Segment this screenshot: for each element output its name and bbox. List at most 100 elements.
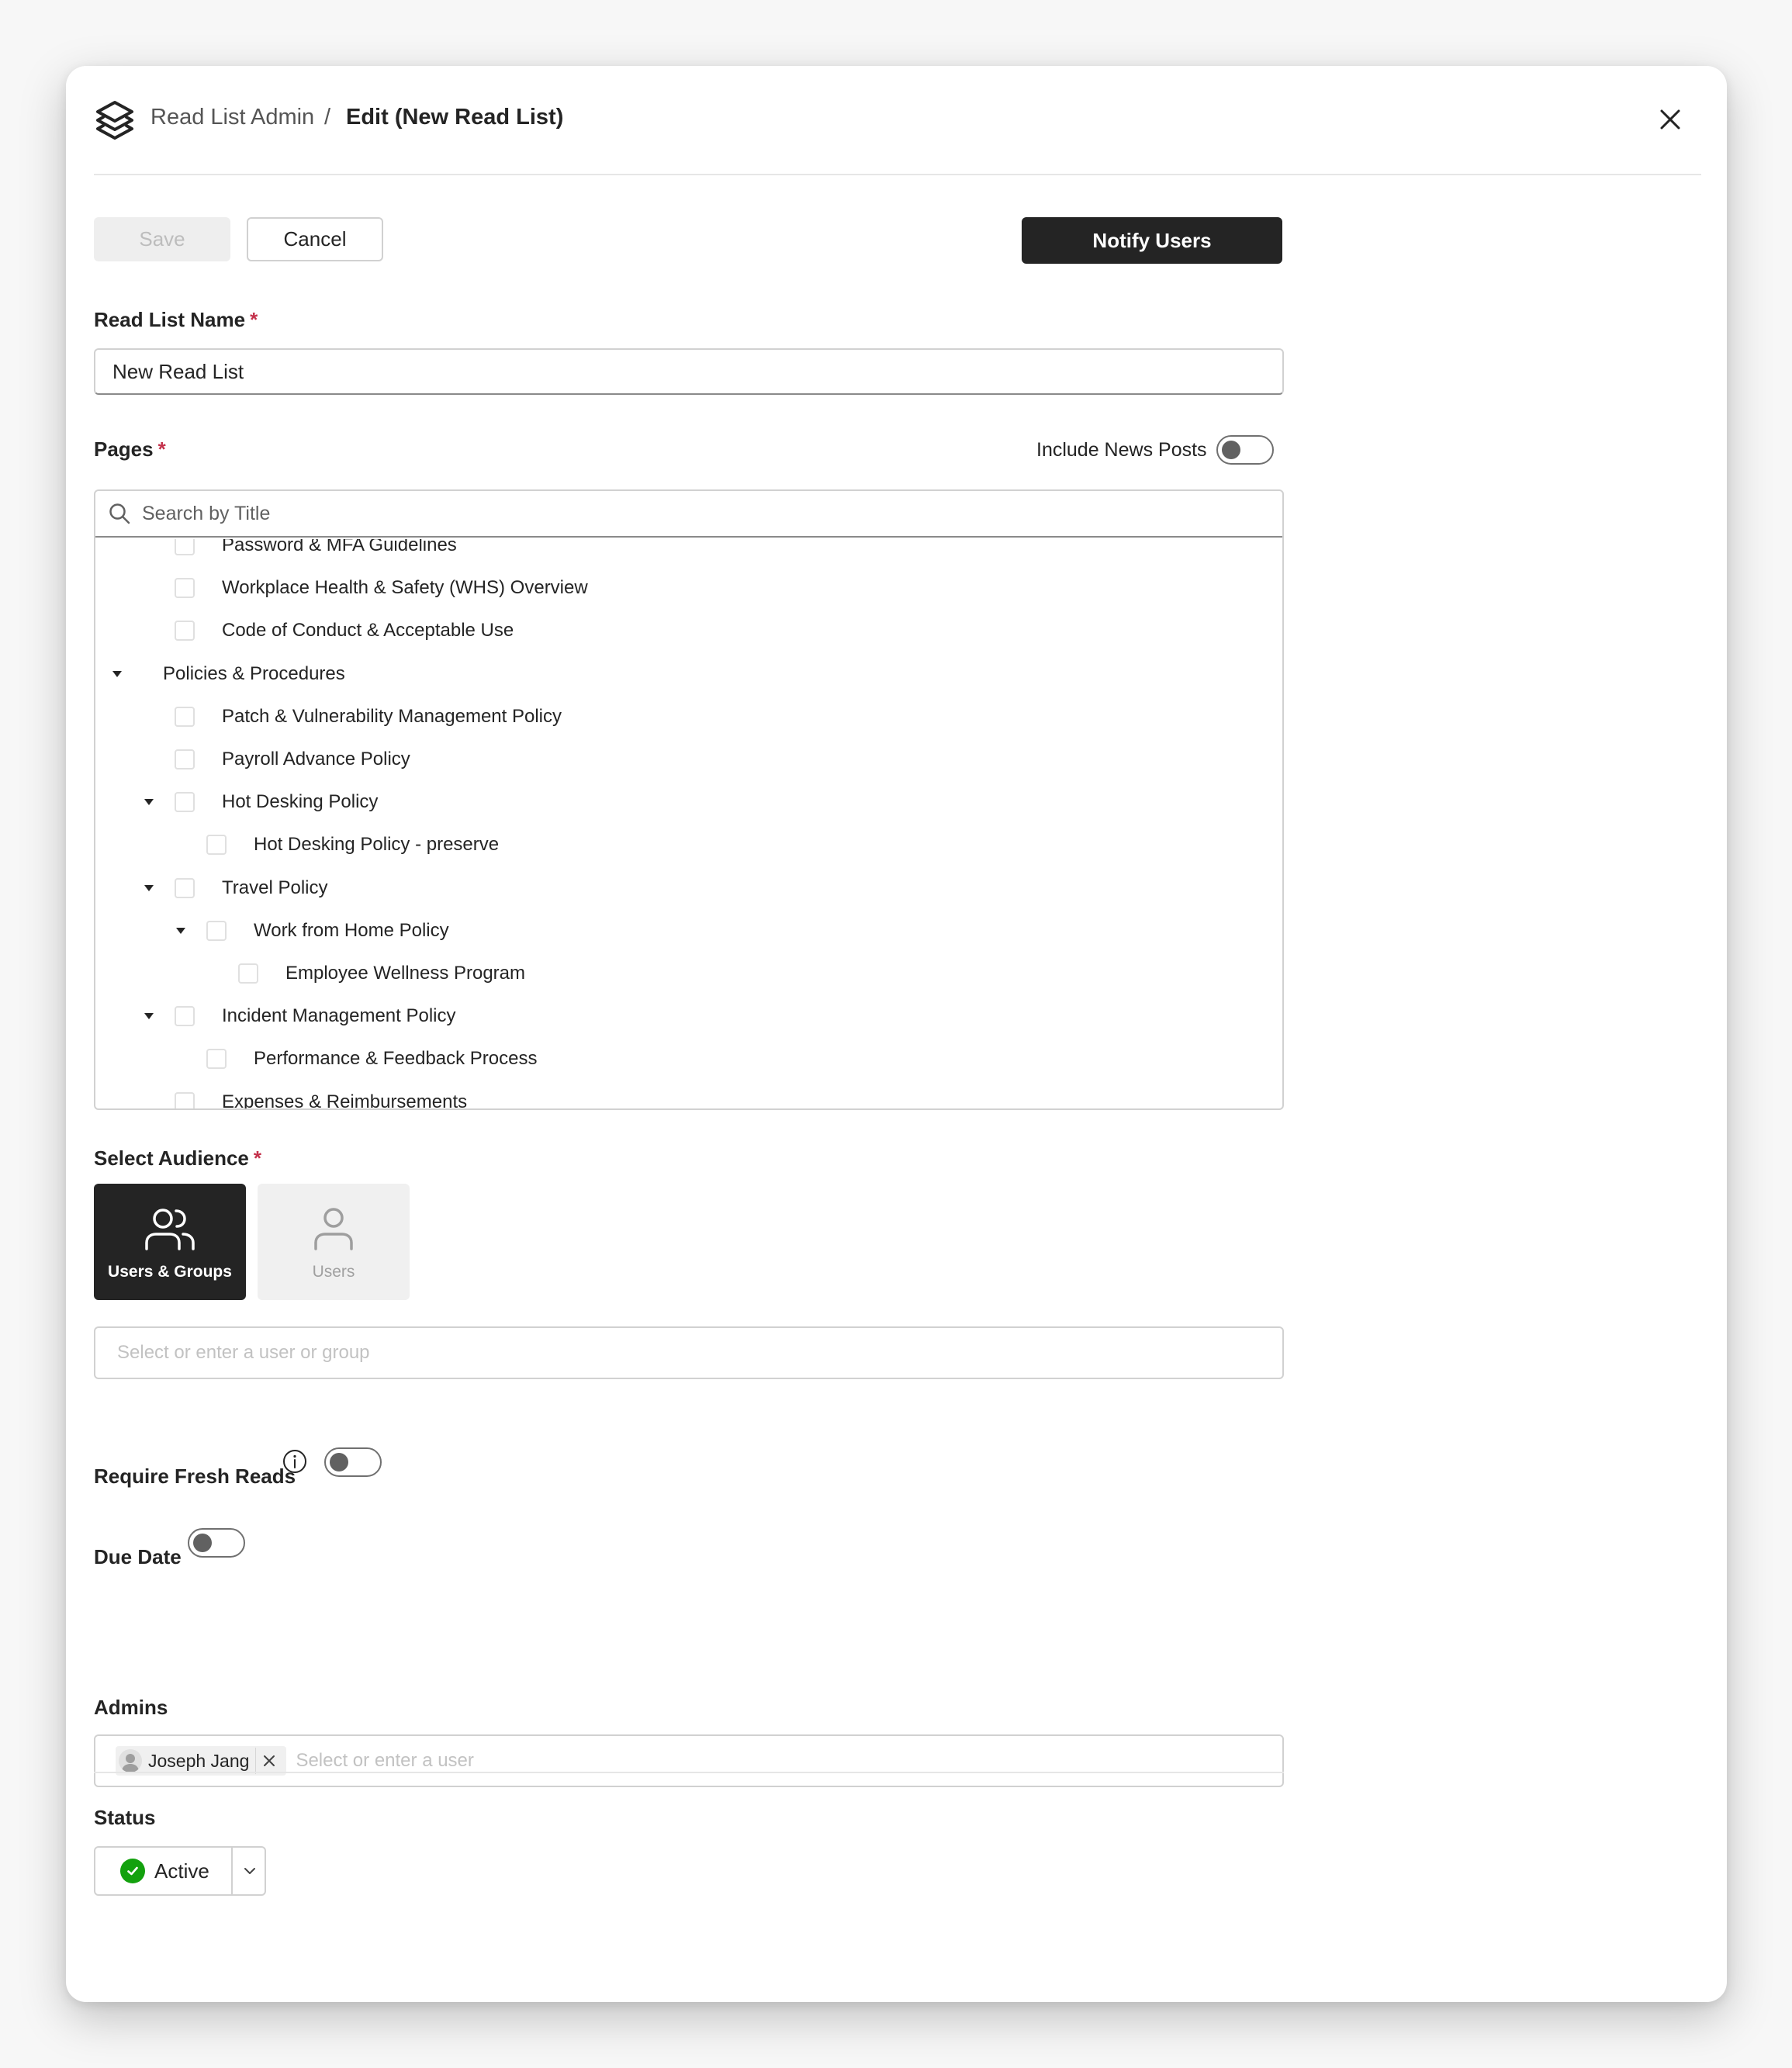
audience-label: Select Audience * bbox=[94, 1144, 261, 1172]
tree-item[interactable]: Work from Home Policy bbox=[95, 915, 1282, 946]
audience-users-label: Users bbox=[312, 1263, 355, 1281]
tree-item-checkbox[interactable] bbox=[175, 539, 195, 555]
avatar bbox=[119, 1749, 142, 1772]
tree-item[interactable]: Password & MFA Guidelines bbox=[95, 539, 1282, 561]
info-icon[interactable] bbox=[282, 1449, 307, 1474]
layers-logo-icon bbox=[94, 99, 136, 140]
page-title: Edit (New Read List) bbox=[346, 105, 564, 130]
caret-down-icon[interactable] bbox=[144, 799, 154, 806]
tree-item[interactable]: Travel Policy bbox=[95, 873, 1282, 904]
cancel-button[interactable]: Cancel bbox=[247, 217, 383, 261]
close-button[interactable] bbox=[1651, 100, 1690, 139]
tree-item[interactable]: Performance & Feedback Process bbox=[95, 1043, 1282, 1074]
tree-item[interactable]: Incident Management Policy bbox=[95, 1001, 1282, 1032]
tree-item-label: Hot Desking Policy bbox=[222, 791, 379, 813]
read-list-name-label: Read List Name * bbox=[94, 306, 258, 334]
pages-label: Pages * bbox=[94, 435, 166, 463]
audience-users-tile[interactable]: Users bbox=[258, 1184, 410, 1300]
audience-users-groups-label: Users & Groups bbox=[108, 1263, 232, 1281]
admins-picker-input[interactable]: Joseph Jang Select or enter a user bbox=[94, 1734, 1284, 1787]
tree-item-checkbox[interactable] bbox=[238, 963, 258, 984]
status-value[interactable]: Active bbox=[95, 1848, 231, 1894]
pages-tree: Search by Title Password & MFA Guideline… bbox=[94, 489, 1284, 1110]
tree-item-label: Incident Management Policy bbox=[222, 1005, 456, 1027]
close-icon bbox=[263, 1755, 275, 1766]
admins-picker-placeholder: Select or enter a user bbox=[296, 1750, 474, 1771]
read-list-name-value: New Read List bbox=[112, 359, 244, 383]
tree-item[interactable]: Workplace Health & Safety (WHS) Overview bbox=[95, 572, 1282, 603]
tree-item[interactable]: Hot Desking Policy - preserve bbox=[95, 829, 1282, 860]
tree-item[interactable]: Employee Wellness Program bbox=[95, 958, 1282, 989]
admins-label: Admins bbox=[94, 1696, 168, 1719]
caret-down-icon[interactable] bbox=[112, 670, 122, 677]
tree-item-checkbox[interactable] bbox=[206, 835, 227, 856]
breadcrumb-separator: / bbox=[324, 105, 331, 130]
pages-search-input[interactable]: Search by Title bbox=[95, 491, 1282, 538]
audience-label-text: Select Audience bbox=[94, 1146, 249, 1170]
admin-chip-name: Joseph Jang bbox=[148, 1750, 250, 1771]
tree-item[interactable]: Hot Desking Policy bbox=[95, 787, 1282, 818]
tree-item[interactable]: Policies & Procedures bbox=[95, 659, 1282, 690]
tree-item[interactable]: Payroll Advance Policy bbox=[95, 744, 1282, 775]
tree-item[interactable]: Code of Conduct & Acceptable Use bbox=[95, 615, 1282, 646]
section-divider bbox=[94, 1772, 1284, 1773]
fresh-reads-label: Require Fresh Reads bbox=[94, 1465, 296, 1488]
status-value-text: Active bbox=[154, 1859, 209, 1883]
tree-item-label: Password & MFA Guidelines bbox=[222, 539, 457, 555]
audience-picker-placeholder: Select or enter a user or group bbox=[117, 1342, 370, 1363]
notify-users-button[interactable]: Notify Users bbox=[1022, 217, 1282, 264]
tree-item[interactable]: Expenses & Reimbursements bbox=[95, 1087, 1282, 1108]
header-divider bbox=[94, 174, 1701, 175]
edit-read-list-dialog: Read List Admin / Edit (New Read List) S… bbox=[66, 66, 1727, 2002]
users-group-icon bbox=[145, 1209, 195, 1250]
user-icon bbox=[314, 1208, 353, 1250]
tree-item[interactable]: Patch & Vulnerability Management Policy bbox=[95, 701, 1282, 732]
remove-admin-button[interactable] bbox=[255, 1748, 282, 1774]
status-dropdown[interactable]: Active bbox=[94, 1846, 266, 1896]
chevron-down-icon bbox=[244, 1868, 255, 1874]
caret-down-icon[interactable] bbox=[144, 884, 154, 891]
tree-item-label: Work from Home Policy bbox=[254, 919, 449, 941]
audience-picker-input[interactable]: Select or enter a user or group bbox=[94, 1326, 1284, 1379]
tree-item-label: Policies & Procedures bbox=[163, 662, 345, 684]
tree-item-label: Payroll Advance Policy bbox=[222, 749, 410, 769]
tree-item-checkbox[interactable] bbox=[175, 1006, 195, 1027]
audience-users-groups-tile[interactable]: Users & Groups bbox=[94, 1184, 246, 1300]
tree-item-label: Patch & Vulnerability Management Policy bbox=[222, 705, 562, 727]
pages-label-text: Pages bbox=[94, 437, 154, 461]
close-icon bbox=[1660, 109, 1680, 130]
tree-item-checkbox[interactable] bbox=[175, 792, 195, 813]
tree-item-label: Employee Wellness Program bbox=[285, 963, 526, 984]
tree-item-label: Expenses & Reimbursements bbox=[222, 1091, 468, 1108]
tree-item-checkbox[interactable] bbox=[175, 621, 195, 641]
required-mark: * bbox=[157, 437, 166, 461]
fresh-reads-toggle[interactable] bbox=[324, 1447, 382, 1477]
pages-tree-list[interactable]: Password & MFA Guidelines Workplace Healt… bbox=[95, 539, 1282, 1108]
due-date-label: Due Date bbox=[94, 1545, 182, 1568]
caret-down-icon[interactable] bbox=[144, 1013, 154, 1020]
tree-item-label: Travel Policy bbox=[222, 877, 328, 898]
tree-item-checkbox[interactable] bbox=[206, 1049, 227, 1070]
breadcrumb-root[interactable]: Read List Admin bbox=[150, 102, 314, 133]
tree-item-label: Performance & Feedback Process bbox=[254, 1048, 538, 1070]
search-placeholder: Search by Title bbox=[142, 502, 271, 524]
include-news-posts-label: Include News Posts bbox=[1036, 439, 1207, 461]
tree-item-checkbox[interactable] bbox=[206, 920, 227, 941]
tree-item-label: Code of Conduct & Acceptable Use bbox=[222, 620, 514, 641]
search-icon bbox=[109, 503, 130, 524]
caret-down-icon[interactable] bbox=[176, 927, 185, 934]
include-news-posts-toggle[interactable] bbox=[1216, 435, 1274, 465]
tree-item-label: Workplace Health & Safety (WHS) Overview bbox=[222, 577, 588, 599]
tree-item-checkbox[interactable] bbox=[175, 1091, 195, 1108]
tree-item-checkbox[interactable] bbox=[175, 877, 195, 898]
tree-item-label: Hot Desking Policy - preserve bbox=[254, 834, 500, 856]
tree-item-checkbox[interactable] bbox=[175, 706, 195, 727]
check-circle-icon bbox=[120, 1859, 145, 1883]
status-label: Status bbox=[94, 1806, 156, 1829]
tree-item-checkbox[interactable] bbox=[175, 749, 195, 769]
status-expand-button[interactable] bbox=[233, 1848, 266, 1894]
read-list-name-input[interactable]: New Read List bbox=[94, 348, 1284, 395]
due-date-toggle[interactable] bbox=[188, 1528, 245, 1558]
save-button[interactable]: Save bbox=[94, 217, 230, 261]
tree-item-checkbox[interactable] bbox=[175, 578, 195, 599]
